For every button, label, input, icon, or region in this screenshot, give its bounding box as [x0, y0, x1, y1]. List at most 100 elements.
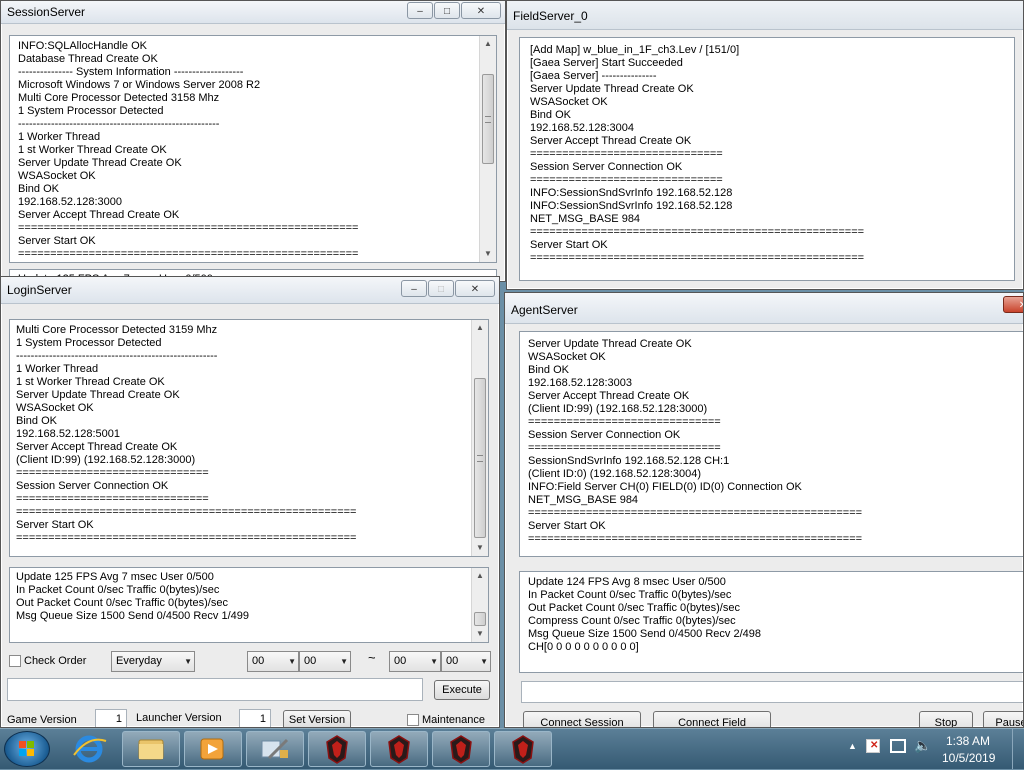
maintenance-checkbox[interactable] [407, 714, 419, 726]
agent-server-titlebar[interactable]: AgentServer ✕ [505, 293, 1023, 324]
minimize-button[interactable]: – [401, 280, 427, 297]
status-line: Update 125 FPS Avg 7 msec User 0/500 [16, 571, 214, 583]
login-status-panel: Update 125 FPS Avg 7 msec User 0/500 In … [9, 567, 489, 643]
scroll-thumb[interactable] [482, 74, 494, 164]
agent-status: Update 124 FPS Avg 8 msec User 0/500 In … [528, 576, 1005, 654]
log-line: Database Thread Create OK [18, 53, 158, 65]
status-line: In Packet Count 0/sec Traffic 0(bytes)/s… [528, 589, 732, 601]
taskbar-media-player-button[interactable] [184, 731, 242, 767]
close-button[interactable]: ✕ [1003, 296, 1023, 313]
taskbar-explorer-button[interactable] [122, 731, 180, 767]
minute-from-select[interactable]: 00 ▼ [299, 651, 351, 672]
field-server-titlebar[interactable]: FieldServer_0 [507, 1, 1023, 30]
check-order-label: Check Order [24, 655, 87, 667]
maximize-button[interactable]: □ [434, 2, 460, 19]
clock-time[interactable]: 1:38 AM [946, 734, 990, 748]
minimize-button[interactable]: – [407, 2, 433, 19]
scroll-up-arrow-icon[interactable]: ▲ [480, 36, 496, 52]
login-log: Multi Core Processor Detected 3159 Mhz 1… [16, 324, 468, 545]
clock-date[interactable]: 10/5/2019 [942, 751, 995, 765]
game-server-icon [512, 735, 534, 764]
log-line: Server Update Thread Create OK [530, 83, 694, 95]
log-line: 192.168.52.128:3000 [18, 196, 122, 208]
close-button[interactable]: ✕ [455, 280, 495, 297]
agent-server-window: AgentServer ✕ Server Update Thread Creat… [504, 292, 1024, 728]
field-log: [Add Map] w_blue_in_1F_ch3.Lev / [151/0]… [530, 44, 994, 265]
agent-command-input[interactable] [521, 681, 1023, 703]
tools-icon [261, 738, 289, 760]
taskbar-game-server-button[interactable] [370, 731, 428, 767]
log-line: [Gaea Server] Start Succeeded [530, 57, 683, 69]
minute-to-select[interactable]: 00 ▼ [441, 651, 491, 672]
log-line: 1 System Processor Detected [18, 105, 164, 117]
window-title: FieldServer_0 [513, 9, 588, 23]
status-line: Msg Queue Size 1500 Send 0/4500 Recv 2/4… [528, 628, 761, 640]
scroll-up-arrow-icon[interactable]: ▲ [472, 320, 488, 336]
taskbar-tools-button[interactable] [246, 731, 304, 767]
login-log-panel: Multi Core Processor Detected 3159 Mhz 1… [9, 319, 489, 557]
action-center-flag-icon[interactable]: ✕ [866, 739, 880, 753]
hour-from-value: 00 [252, 655, 265, 667]
login-server-titlebar[interactable]: LoginServer – □ ✕ [1, 277, 499, 304]
vertical-scrollbar[interactable]: ▲ ▼ [479, 36, 496, 262]
volume-icon[interactable]: 🔈 [914, 737, 931, 754]
game-version-input[interactable]: 1 [95, 709, 127, 727]
log-line: ========================================… [16, 506, 357, 518]
log-line: ============================== [528, 442, 721, 454]
show-desktop-button[interactable] [1012, 729, 1024, 769]
status-line: CH[0 0 0 0 0 0 0 0 0 0] [528, 641, 639, 653]
taskbar-game-server-button[interactable] [494, 731, 552, 767]
session-server-titlebar[interactable]: SessionServer – □ ✕ [1, 1, 505, 24]
scroll-down-arrow-icon[interactable]: ▼ [472, 540, 488, 556]
log-line: 1 Worker Thread [16, 363, 99, 375]
chevron-down-icon: ▼ [340, 657, 348, 666]
scroll-up-arrow-icon[interactable]: ▲ [472, 568, 488, 584]
scroll-down-arrow-icon[interactable]: ▼ [472, 626, 488, 642]
scroll-thumb[interactable] [474, 612, 486, 626]
log-line: Microsoft Windows 7 or Windows Server 20… [18, 79, 261, 91]
close-button[interactable]: ✕ [461, 2, 501, 19]
scroll-down-arrow-icon[interactable]: ▼ [480, 246, 496, 262]
media-player-icon [200, 738, 224, 760]
stop-button[interactable]: Stop [919, 711, 973, 727]
taskbar-game-server-button[interactable] [308, 731, 366, 767]
vertical-scrollbar[interactable]: ▲ ▼ [471, 320, 488, 556]
execute-button[interactable]: Execute [434, 680, 490, 700]
minute-from-value: 00 [304, 655, 317, 667]
log-line: Bind OK [530, 109, 571, 121]
tray-show-hidden-icon[interactable]: ▲ [848, 741, 857, 751]
set-version-button[interactable]: Set Version [283, 710, 351, 727]
network-icon[interactable] [890, 739, 906, 753]
log-line: INFO:SQLAllocHandle OK [18, 40, 147, 52]
maximize-button[interactable]: □ [428, 280, 454, 297]
command-input[interactable] [7, 678, 423, 701]
launcher-version-input[interactable]: 1 [239, 709, 271, 727]
scroll-thumb[interactable] [474, 378, 486, 538]
taskbar-ie-button[interactable] [60, 731, 118, 767]
start-button[interactable] [4, 731, 50, 767]
log-line: WSASocket OK [528, 351, 606, 363]
hour-from-select[interactable]: 00 ▼ [247, 651, 299, 672]
hour-to-select[interactable]: 00 ▼ [389, 651, 441, 672]
login-status: Update 125 FPS Avg 7 msec User 0/500 In … [16, 571, 468, 623]
check-order-checkbox[interactable] [9, 655, 21, 667]
log-line: Server Accept Thread Create OK [18, 209, 180, 221]
window-title: AgentServer [511, 303, 578, 317]
log-line: WSASocket OK [16, 402, 94, 414]
taskbar-game-server-button[interactable] [432, 731, 490, 767]
log-line: Server Accept Thread Create OK [530, 135, 692, 147]
log-line: Server Update Thread Create OK [18, 157, 182, 169]
vertical-scrollbar[interactable]: ▲ ▼ [471, 568, 488, 642]
connect-field-button[interactable]: Connect Field [653, 711, 771, 727]
status-line: Out Packet Count 0/sec Traffic 0(bytes)/… [16, 597, 228, 609]
log-line: ========================================… [16, 532, 357, 544]
connect-session-button[interactable]: Connect Session [523, 711, 641, 727]
log-line: Bind OK [16, 415, 57, 427]
status-line: In Packet Count 0/sec Traffic 0(bytes)/s… [16, 584, 220, 596]
schedule-select[interactable]: Everyday ▼ [111, 651, 195, 672]
pause-button[interactable]: Pause [983, 711, 1023, 727]
chevron-down-icon: ▼ [184, 657, 192, 666]
log-line: ============================== [528, 416, 721, 428]
internet-explorer-icon [73, 735, 107, 763]
log-line: (Client ID:0) (192.168.52.128:3004) [528, 468, 702, 480]
